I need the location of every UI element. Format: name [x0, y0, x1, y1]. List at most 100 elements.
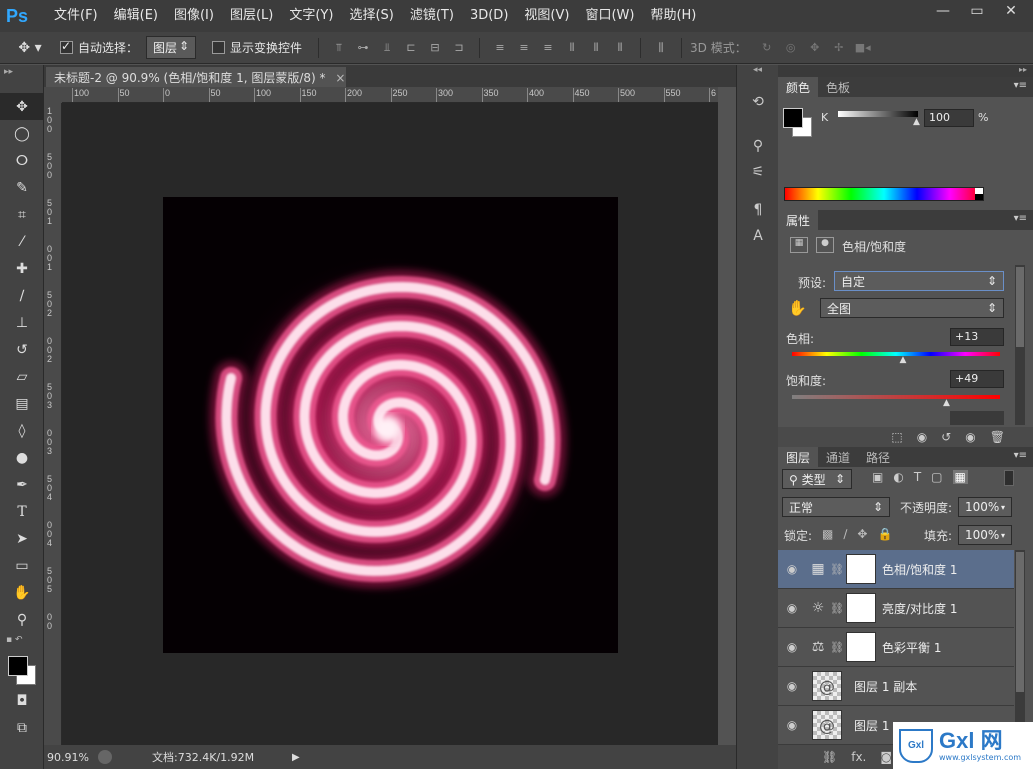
mask-link-icon[interactable]: ⛓ — [830, 563, 844, 576]
hue-slider-thumb[interactable]: ▲ — [899, 355, 906, 365]
k-slider-thumb[interactable]: ▲ — [913, 117, 920, 127]
move-tool-preset-icon[interactable]: ✥ ▾ — [0, 40, 60, 56]
layer-mask-thumbnail[interactable] — [846, 554, 876, 584]
distribute-right-icon[interactable]: ⦀ — [611, 40, 629, 56]
lightness-value-field[interactable] — [950, 411, 1004, 425]
crop-tool-icon[interactable]: ⌗ — [0, 201, 44, 228]
saturation-value-field[interactable]: +49 — [950, 370, 1004, 388]
fg-bg-swatches[interactable] — [0, 653, 43, 687]
adjustment-panel-icon[interactable]: ⚟ — [737, 159, 779, 185]
menu-help[interactable]: 帮助(H) — [642, 0, 704, 32]
menu-file[interactable]: 文件(F) — [46, 0, 106, 32]
layer-thumbnail[interactable]: @ — [812, 710, 842, 740]
move-tool-icon[interactable]: ✥ — [0, 93, 44, 120]
layer-row[interactable]: ◉ ☼ ⛓ 亮度/对比度 1 — [778, 589, 1014, 628]
hue-slider-track[interactable] — [792, 352, 1000, 356]
pen-tool-icon[interactable]: ✒ — [0, 471, 44, 498]
eyedropper-tool-icon[interactable]: ⁄ — [0, 228, 44, 255]
eraser-tool-icon[interactable]: ▱ — [0, 363, 44, 390]
status-menu-arrow-icon[interactable]: ▶ — [292, 752, 300, 763]
panel-menu-icon[interactable]: ▾≡ — [1014, 80, 1027, 91]
menu-filter[interactable]: 滤镜(T) — [402, 0, 462, 32]
ramp-black-swatch[interactable] — [975, 194, 983, 200]
link-layers-icon[interactable]: ⛓ — [822, 750, 837, 764]
default-colors-icon[interactable]: ▪ ↶ — [0, 633, 43, 653]
layer-thumbnail[interactable]: @ — [812, 671, 842, 701]
targeted-adjust-hand-icon[interactable]: ✋ — [788, 299, 807, 317]
filter-pixel-icon[interactable]: ▣ — [872, 470, 883, 484]
lock-position-icon[interactable]: ✥ — [857, 527, 867, 541]
delete-adjustment-icon[interactable]: 🗑 — [990, 430, 1005, 444]
close-icon[interactable]: ✕ — [994, 2, 1028, 20]
lock-pixels-icon[interactable]: ∕ — [843, 527, 847, 541]
close-tab-icon[interactable]: × — [335, 71, 345, 85]
align-bottom-icon[interactable]: ⫫ — [378, 40, 396, 56]
character-panel-icon[interactable]: A — [737, 223, 779, 249]
menu-view[interactable]: 视图(V) — [516, 0, 577, 32]
fill-field[interactable]: 100% ▾ — [958, 525, 1012, 545]
clip-to-layer-icon[interactable]: ⬚ — [891, 430, 902, 444]
3d-slide-icon[interactable]: ✢ — [830, 40, 848, 56]
align-vcenter-icon[interactable]: ⊶ — [354, 40, 372, 56]
filter-shape-icon[interactable]: ▢ — [931, 470, 942, 484]
align-top-icon[interactable]: ⫪ — [330, 40, 348, 56]
tab-channels[interactable]: 通道 — [818, 447, 858, 467]
properties-scrollbar[interactable] — [1015, 265, 1025, 425]
saturation-slider-thumb[interactable]: ▲ — [943, 398, 950, 408]
layer-filter-dropdown[interactable]: ⚲ 类型 ⇕ — [782, 469, 852, 489]
align-hcenter-icon[interactable]: ⊟ — [426, 40, 444, 56]
distribute-vcenter-icon[interactable]: ≡ — [515, 40, 533, 56]
layers-scroll-thumb[interactable] — [1016, 552, 1024, 692]
marquee-tool-icon[interactable]: ◯ — [0, 120, 44, 147]
layer-name[interactable]: 图层 1 副本 — [854, 678, 917, 695]
minimize-icon[interactable]: — — [926, 2, 960, 20]
zoom-level[interactable]: 90.91% — [44, 751, 92, 764]
blur-tool-icon[interactable]: ◊ — [0, 417, 44, 444]
saturation-slider-track[interactable] — [792, 395, 1000, 399]
menu-3d[interactable]: 3D(D) — [462, 0, 516, 32]
history-brush-tool-icon[interactable]: ↺ — [0, 336, 44, 363]
layer-mask-icon[interactable]: ● — [816, 237, 834, 253]
menu-select[interactable]: 选择(S) — [341, 0, 401, 32]
path-select-tool-icon[interactable]: ➤ — [0, 525, 44, 552]
3d-roll-icon[interactable]: ◎ — [782, 40, 800, 56]
zoom-tool-icon[interactable]: ⚲ — [0, 606, 44, 633]
3d-drag-icon[interactable]: ✥ — [806, 40, 824, 56]
brush-tool-icon[interactable]: ∕ — [0, 282, 44, 309]
properties-scroll-thumb[interactable] — [1016, 267, 1024, 347]
align-right-icon[interactable]: ⊐ — [450, 40, 468, 56]
status-info-icon[interactable] — [98, 750, 112, 764]
distribute-left-icon[interactable]: ⦀ — [563, 40, 581, 56]
reset-icon[interactable]: ↺ — [941, 430, 951, 444]
dodge-tool-icon[interactable]: ● — [0, 444, 44, 471]
lock-transparent-icon[interactable]: ▩ — [822, 527, 833, 541]
history-panel-icon[interactable]: ⟲ — [737, 89, 779, 115]
eye-icon[interactable]: ◉ — [778, 640, 806, 654]
layer-name[interactable]: 色彩平衡 1 — [882, 639, 941, 656]
menu-layer[interactable]: 图层(L) — [222, 0, 281, 32]
filter-smart-icon[interactable]: ▦ — [952, 470, 968, 484]
toolbox-collapse-icon[interactable]: ▸▸ — [0, 65, 43, 93]
filter-toggle[interactable] — [1004, 470, 1014, 486]
blend-mode-dropdown[interactable]: 正常 ⇕ — [782, 497, 890, 517]
shape-tool-icon[interactable]: ▭ — [0, 552, 44, 579]
auto-align-icon[interactable]: ⫼ — [652, 40, 670, 56]
view-previous-icon[interactable]: ◉ — [917, 430, 927, 444]
stamp-tool-icon[interactable]: ⊥ — [0, 309, 44, 336]
menu-window[interactable]: 窗口(W) — [577, 0, 642, 32]
layer-name[interactable]: 图层 1 — [854, 717, 889, 734]
auto-select-checkbox[interactable] — [60, 39, 73, 54]
document-canvas[interactable] — [163, 197, 618, 653]
range-dropdown[interactable]: 全图 ⇕ — [820, 298, 1004, 318]
opacity-field[interactable]: 100% ▾ — [958, 497, 1012, 517]
mask-link-icon[interactable]: ⛓ — [830, 602, 844, 615]
brush-presets-icon[interactable]: ⚲ — [737, 133, 779, 159]
quick-select-tool-icon[interactable]: ✎ — [0, 174, 44, 201]
layer-name[interactable]: 色相/饱和度 1 — [882, 561, 958, 578]
align-left-icon[interactable]: ⊏ — [402, 40, 420, 56]
distribute-hcenter-icon[interactable]: ⦀ — [587, 40, 605, 56]
visibility-icon[interactable]: ◉ — [965, 430, 975, 444]
lock-all-icon[interactable]: 🔒 — [877, 527, 892, 541]
layer-style-icon[interactable]: fx. — [851, 750, 866, 764]
canvas-workspace[interactable] — [62, 103, 718, 745]
